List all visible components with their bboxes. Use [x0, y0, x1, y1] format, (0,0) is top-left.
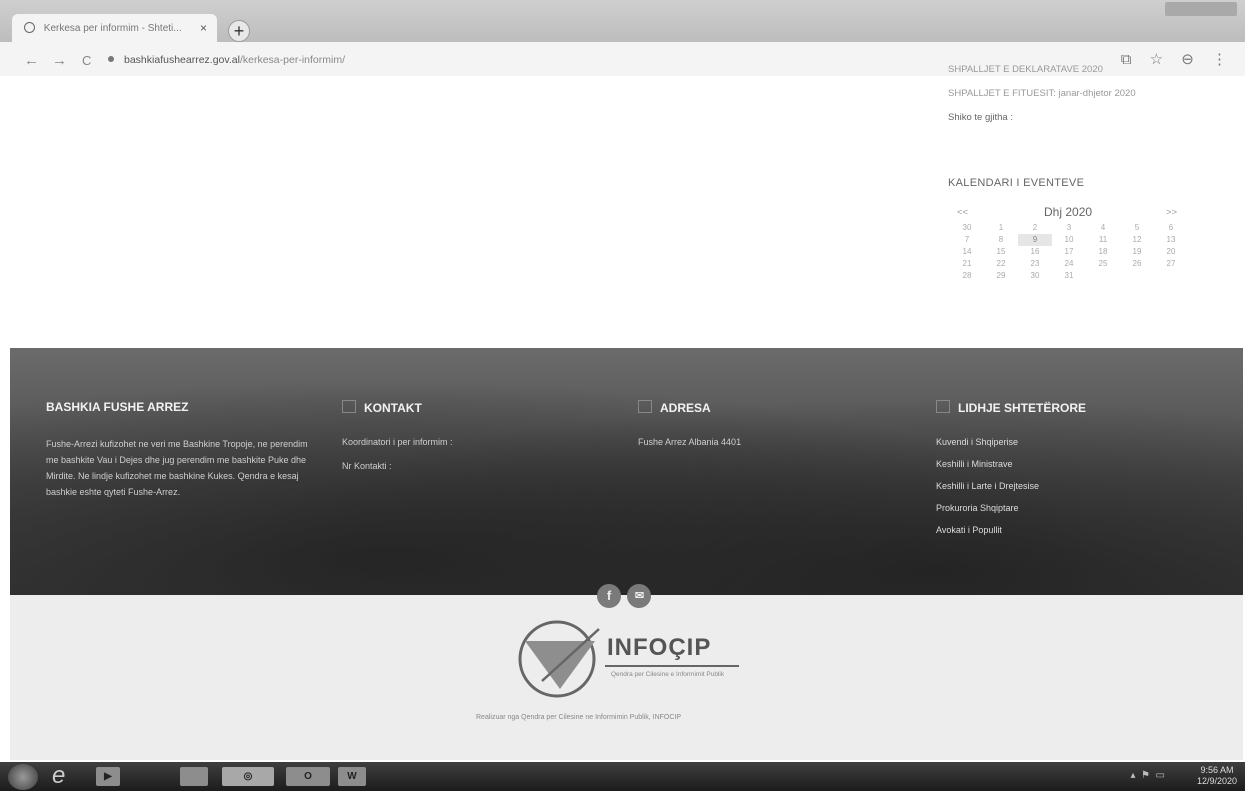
browser-tab[interactable]: Kerkesa per informim - Shteti... ×	[12, 14, 217, 42]
file-explorer-icon[interactable]	[180, 767, 208, 786]
clock-time: 9:56 AM	[1200, 765, 1234, 775]
calendar-day[interactable]: 27	[1154, 258, 1188, 270]
clock-date: 12/9/2020	[1196, 776, 1237, 786]
calendar-day[interactable]: 20	[1154, 246, 1188, 258]
url-field[interactable]: bashkiafushearrez.gov.al/kerkesa-per-inf…	[108, 54, 345, 66]
close-tab-icon[interactable]: ×	[200, 21, 207, 35]
calendar-grid: 30 1 2 3 4 5 6 7 8 9 10 11 12 13 14 15 16 17 18 19 20 21 22 23 2…	[950, 222, 1192, 282]
calendar-day[interactable]: 21	[950, 258, 984, 270]
footer-contact: KONTAKT Koordinatori i per informim : Nr…	[342, 400, 542, 485]
infocip-logo[interactable]: INFOÇIP Qendra per Cilesine e Informimit…	[517, 619, 757, 719]
footer-about-title: BASHKIA FUSHE ARREZ	[46, 400, 189, 414]
taskbar-clock[interactable]: 9:56 AM 12/9/2020	[1197, 765, 1237, 787]
outlook-taskbar-icon[interactable]: O	[286, 767, 330, 786]
link-icon	[936, 400, 950, 413]
calendar-day[interactable]: 18	[1086, 246, 1120, 258]
calendar-day[interactable]: 31	[1052, 270, 1086, 282]
calendar-day[interactable]: 17	[1052, 246, 1086, 258]
calendar-title: KALENDARI I EVENTEVE	[948, 177, 1085, 189]
calendar-day	[1086, 270, 1120, 282]
calendar-day[interactable]: 13	[1154, 234, 1188, 246]
calendar-day[interactable]: 23	[1018, 258, 1052, 270]
calendar-day[interactable]: 26	[1120, 258, 1154, 270]
calendar-day[interactable]: 11	[1086, 234, 1120, 246]
chrome-taskbar-icon[interactable]: ◎	[222, 767, 274, 786]
calendar-day[interactable]: 19	[1120, 246, 1154, 258]
phone-icon	[342, 400, 356, 413]
start-button[interactable]	[8, 764, 38, 790]
new-tab-button[interactable]: +	[228, 20, 250, 42]
forward-icon[interactable]: →	[52, 52, 67, 69]
footer-link-parliament[interactable]: Kuvendi i Shqiperise	[936, 437, 1156, 447]
footer-link-prosecution[interactable]: Prokuroria Shqiptare	[936, 503, 1156, 513]
calendar-day[interactable]: 7	[950, 234, 984, 246]
sidebar-link-winners[interactable]: SHPALLJET E FITUESIT: janar-dhjetor 2020	[948, 88, 1228, 99]
site-footer: BASHKIA FUSHE ARREZ Fushe-Arrezi kufizoh…	[10, 348, 1243, 595]
footer-link-ministers[interactable]: Keshilli i Ministrave	[936, 459, 1156, 469]
calendar-day[interactable]: 2	[1018, 222, 1052, 234]
reload-icon[interactable]: C	[82, 53, 91, 68]
calendar-day	[1154, 270, 1188, 282]
map-icon	[638, 400, 652, 413]
lock-icon	[108, 56, 114, 62]
calendar-day[interactable]: 16	[1018, 246, 1052, 258]
calendar-day[interactable]: 5	[1120, 222, 1154, 234]
calendar-day[interactable]: 3	[1052, 222, 1086, 234]
calendar-day[interactable]: 4	[1086, 222, 1120, 234]
calendar-day[interactable]: 24	[1052, 258, 1086, 270]
infocip-emblem-icon	[518, 620, 600, 698]
browser-tab-strip: Kerkesa per informim - Shteti... × +	[0, 0, 1245, 42]
email-icon[interactable]: ✉	[627, 584, 652, 608]
word-taskbar-icon[interactable]: W	[338, 767, 366, 786]
footer-link-ombudsman[interactable]: Avokati i Popullit	[936, 525, 1156, 535]
calendar-day[interactable]: 6	[1154, 222, 1188, 234]
sidebar-link-declarations[interactable]: SHPALLJET E DEKLARATAVE 2020	[948, 64, 1228, 75]
footer-address: ADRESA Fushe Arrez Albania 4401	[638, 400, 838, 461]
site-favicon-icon	[24, 22, 35, 33]
calendar-day	[1120, 270, 1154, 282]
calendar-day[interactable]: 10	[1052, 234, 1086, 246]
calendar-day[interactable]: 14	[950, 246, 984, 258]
footer-credit: Realizuar nga Qendra per Cilesine ne Inf…	[476, 714, 682, 721]
logo-brand-text: INFOÇIP	[607, 634, 712, 661]
facebook-icon[interactable]: f	[597, 584, 621, 608]
sidebar-announcements: SHPALLJET E DEKLARATAVE 2020 SHPALLJET E…	[948, 64, 1228, 136]
tab-title: Kerkesa per informim - Shteti...	[43, 23, 182, 34]
footer-links: LIDHJE SHTETËRORE Kuvendi i Shqiperise K…	[936, 400, 1156, 547]
events-calendar: << Dhj 2020 >> 30 1 2 3 4 5 6 7 8 9 10 11 12 13 14 15 16…	[950, 205, 1192, 282]
calendar-day[interactable]: 30	[950, 222, 984, 234]
windows-taskbar: e ▶ ◎ O W ▴ ⚑ ▭ 9:56 AM 12/9/2020	[0, 762, 1245, 791]
calendar-day[interactable]: 25	[1086, 258, 1120, 270]
contact-coordinator: Koordinatori i per informim :	[342, 437, 453, 447]
calendar-day[interactable]: 12	[1120, 234, 1154, 246]
calendar-day[interactable]: 1	[984, 222, 1018, 234]
calendar-month: Dhj 2020	[1044, 205, 1093, 219]
calendar-day[interactable]: 8	[984, 234, 1018, 246]
calendar-day[interactable]: 15	[984, 246, 1018, 258]
logo-underline	[605, 665, 739, 667]
system-tray[interactable]: ▴ ⚑ ▭	[1130, 770, 1165, 781]
back-icon[interactable]: ←	[24, 52, 39, 69]
social-links: f ✉	[597, 584, 653, 608]
window-controls[interactable]	[1165, 2, 1237, 16]
address-text: Fushe Arrez Albania 4401	[638, 437, 742, 447]
calendar-day[interactable]: 22	[984, 258, 1018, 270]
calendar-day[interactable]: 9	[1018, 234, 1052, 246]
logo-tagline: Qendra per Cilesine e Informimit Publik	[611, 671, 725, 678]
calendar-day[interactable]: 29	[984, 270, 1018, 282]
calendar-day[interactable]: 30	[1018, 270, 1052, 282]
calendar-next-button[interactable]: >>	[1166, 207, 1177, 218]
footer-links-title: LIDHJE SHTETËRORE	[936, 400, 1156, 415]
calendar-prev-button[interactable]: <<	[957, 207, 968, 218]
footer-address-title: ADRESA	[638, 400, 838, 415]
calendar-day[interactable]: 28	[950, 270, 984, 282]
footer-link-justice-council[interactable]: Keshilli i Larte i Drejtesise	[936, 481, 1156, 491]
footer-contact-title: KONTAKT	[342, 400, 542, 415]
internet-explorer-icon[interactable]: e	[52, 762, 65, 789]
contact-number: Nr Kontakti :	[342, 461, 392, 471]
see-all-link[interactable]: Shiko te gjitha :	[948, 112, 1228, 123]
footer-about: BASHKIA FUSHE ARREZ Fushe-Arrezi kufizoh…	[46, 400, 316, 500]
footer-about-text: Fushe-Arrezi kufizohet ne veri me Bashki…	[46, 439, 308, 497]
media-player-icon[interactable]: ▶	[96, 767, 120, 786]
